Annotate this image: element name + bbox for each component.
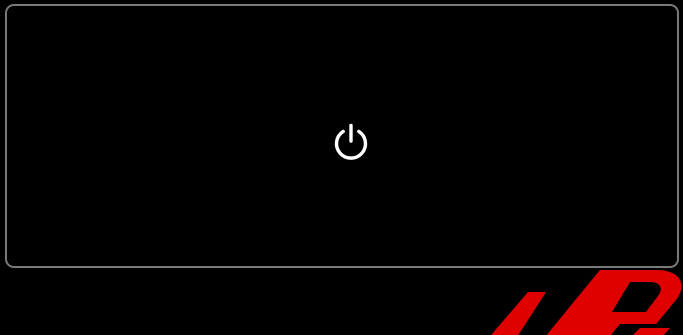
power-icon <box>334 123 368 160</box>
power-panel[interactable] <box>5 4 679 268</box>
power-button[interactable] <box>329 120 373 164</box>
screen <box>0 0 683 335</box>
